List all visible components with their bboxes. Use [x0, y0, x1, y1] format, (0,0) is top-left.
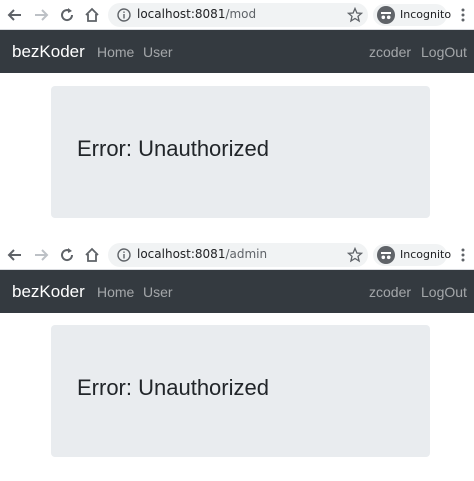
info-icon[interactable]	[117, 248, 131, 262]
reload-icon[interactable]	[58, 246, 76, 264]
browser-toolbar: localhost:8081/admin Incognito	[0, 240, 474, 270]
info-icon[interactable]	[117, 8, 131, 22]
home-icon[interactable]	[83, 6, 101, 24]
reload-icon[interactable]	[58, 6, 76, 24]
star-icon[interactable]	[347, 7, 363, 23]
nav-link-profile[interactable]: zcoder	[369, 44, 411, 60]
url-path: /mod	[225, 7, 257, 21]
home-icon[interactable]	[83, 246, 101, 264]
nav-link-user[interactable]: User	[143, 44, 173, 60]
url-text[interactable]: localhost:8081/admin	[137, 247, 267, 261]
incognito-label: Incognito	[400, 248, 452, 261]
nav-link-logout[interactable]: LogOut	[421, 284, 467, 300]
back-arrow-icon[interactable]	[6, 246, 24, 264]
url-text[interactable]: localhost:8081/mod	[137, 7, 256, 21]
incognito-label: Incognito	[400, 8, 452, 21]
browser-toolbar: localhost:8081/mod Incognito	[0, 0, 474, 30]
screenshot-admin: localhost:8081/admin Incognito bezKoder …	[0, 240, 474, 481]
screenshot-mod: localhost:8081/mod Incognito bezKoder Ho…	[0, 0, 474, 240]
incognito-icon	[377, 246, 395, 264]
forward-arrow-icon[interactable]	[32, 6, 50, 24]
error-jumbotron: Error: Unauthorized	[51, 325, 430, 457]
navbar-brand[interactable]: bezKoder	[12, 282, 85, 302]
back-arrow-icon[interactable]	[6, 6, 24, 24]
more-vert-icon[interactable]	[459, 7, 467, 23]
error-jumbotron: Error: Unauthorized	[51, 86, 430, 218]
app-navbar: bezKoder Home User zcoder LogOut	[0, 270, 474, 313]
app-navbar: bezKoder Home User zcoder LogOut	[0, 30, 474, 73]
url-host: localhost:8081	[137, 7, 226, 21]
nav-link-profile[interactable]: zcoder	[369, 284, 411, 300]
error-heading: Error: Unauthorized	[77, 375, 269, 400]
forward-arrow-icon[interactable]	[32, 246, 50, 264]
url-host: localhost:8081	[137, 247, 226, 261]
url-path: /admin	[225, 247, 268, 261]
error-heading: Error: Unauthorized	[77, 136, 269, 161]
nav-link-user[interactable]: User	[143, 284, 173, 300]
star-icon[interactable]	[347, 247, 363, 263]
more-vert-icon[interactable]	[459, 247, 467, 263]
navbar-brand[interactable]: bezKoder	[12, 42, 85, 62]
nav-link-logout[interactable]: LogOut	[421, 44, 467, 60]
nav-link-home[interactable]: Home	[97, 44, 134, 60]
incognito-icon	[377, 6, 395, 24]
nav-link-home[interactable]: Home	[97, 284, 134, 300]
